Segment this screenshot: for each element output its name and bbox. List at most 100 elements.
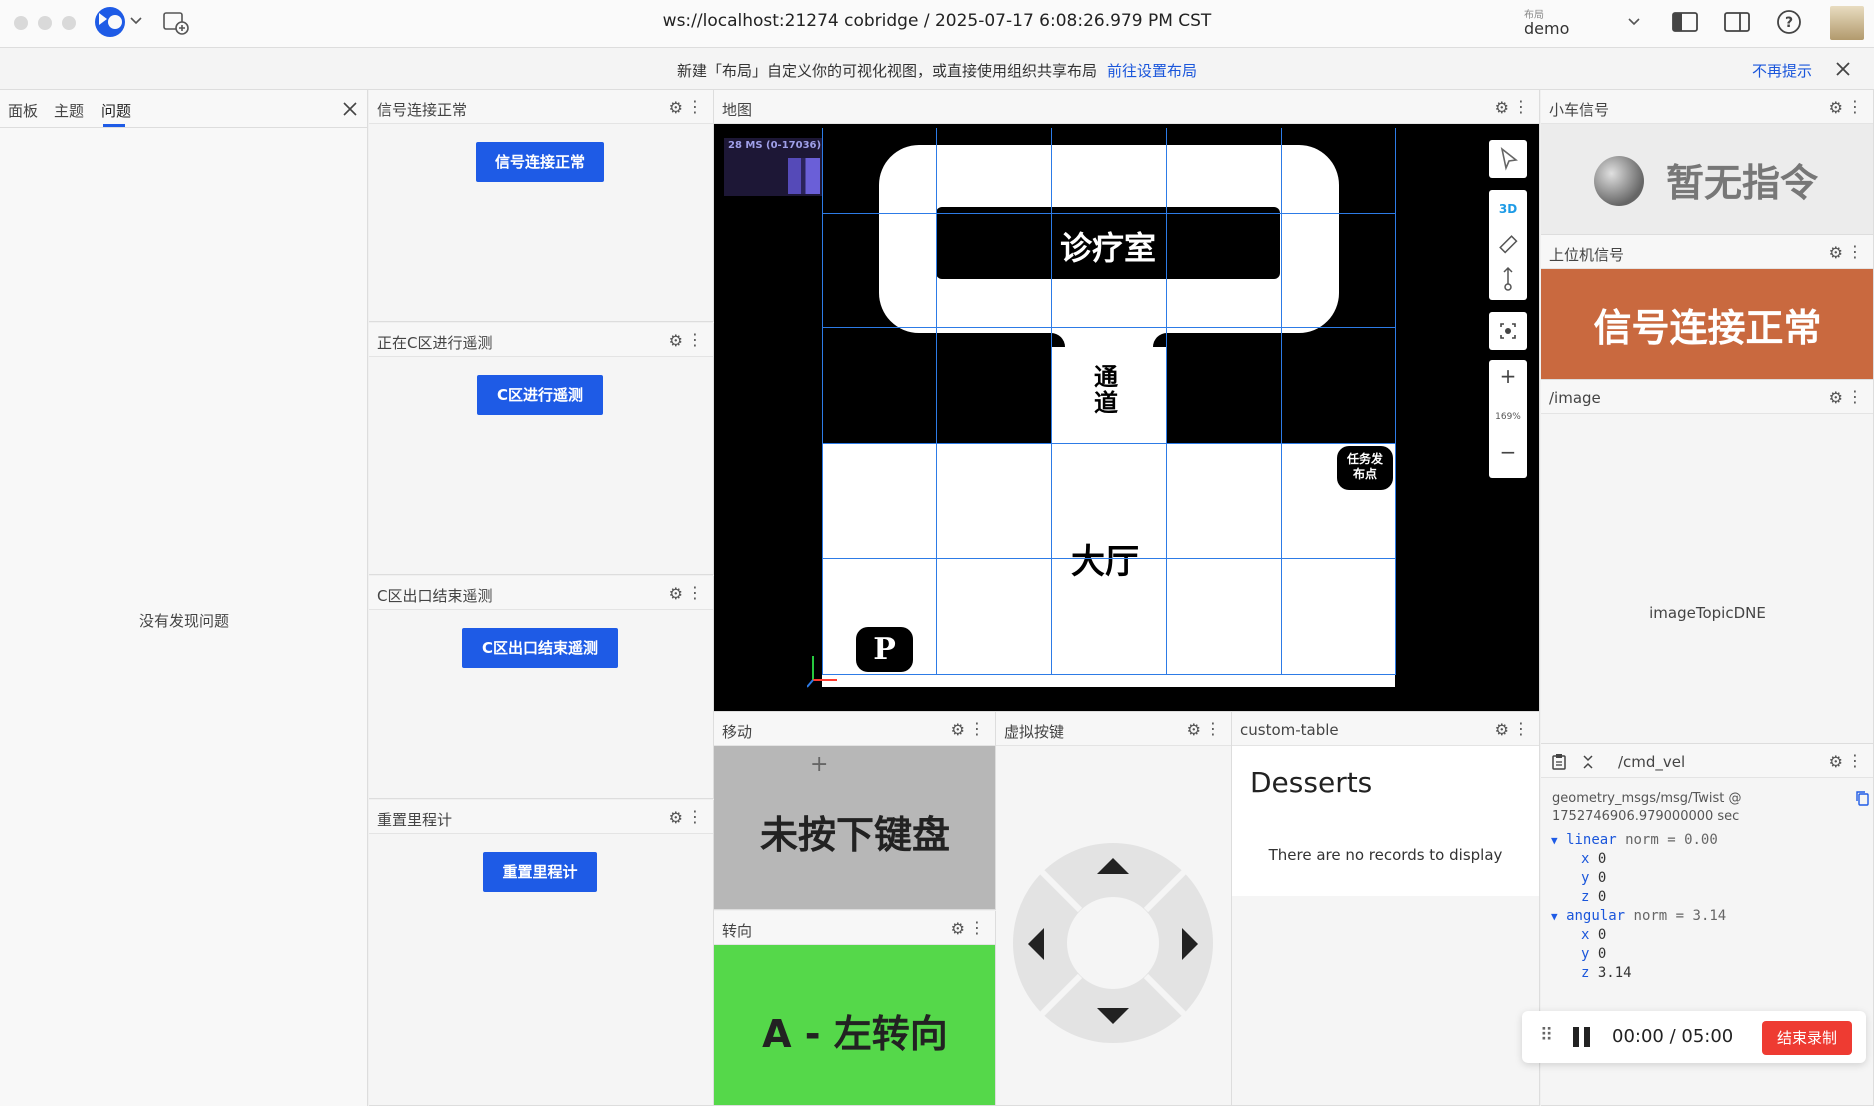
gear-icon[interactable]: ⚙ xyxy=(669,331,683,350)
more-icon[interactable]: ⋮ xyxy=(1847,97,1863,116)
message-tree: ▼ linear norm = 0.00 x 0 y 0 z 0 ▼ angul… xyxy=(1551,832,1727,981)
panel-title: 地图 xyxy=(722,101,753,119)
toggle-3d-button[interactable]: 3D xyxy=(1489,202,1527,216)
connection-title: ws://localhost:21274 cobridge / 2025-07-… xyxy=(662,11,1212,31)
virtual-keys-panel: 虚拟按键 ⚙ ⋮ xyxy=(996,712,1232,1106)
gear-icon[interactable]: ⚙ xyxy=(669,584,683,603)
gear-icon[interactable]: ⚙ xyxy=(1829,388,1843,407)
more-icon[interactable]: ⋮ xyxy=(1205,719,1221,738)
publish-pose-icon[interactable] xyxy=(1498,266,1518,292)
car-signal-panel: 小车信号 ⚙ ⋮ 暂无指令 xyxy=(1541,90,1874,235)
c-zone-button[interactable]: C区进行遥测 xyxy=(477,375,603,415)
more-icon[interactable]: ⋮ xyxy=(1847,242,1863,261)
avatar[interactable] xyxy=(1830,6,1864,40)
expand-angular-icon[interactable]: ▼ xyxy=(1551,910,1558,923)
pause-icon[interactable] xyxy=(1573,1027,1579,1047)
clipboard-icon[interactable] xyxy=(1551,753,1569,771)
close-sidebar-icon[interactable] xyxy=(343,102,357,116)
field-angular[interactable]: angular xyxy=(1566,908,1625,924)
panel-title: 移动 xyxy=(722,723,753,741)
image-placeholder-text: imageTopicDNE xyxy=(1649,604,1766,622)
more-icon[interactable]: ⋮ xyxy=(687,97,703,116)
turn-status-area: A - 左转向 xyxy=(714,945,995,1105)
gear-icon[interactable]: ⚙ xyxy=(951,919,965,938)
turn-panel: 转向 ⚙ ⋮ A - 左转向 xyxy=(714,911,996,1106)
gear-icon[interactable]: ⚙ xyxy=(1829,243,1843,262)
arrow-down-icon[interactable] xyxy=(1097,1006,1129,1026)
perf-widget: 28 MS (0-17036) xyxy=(724,138,822,196)
more-icon[interactable]: ⋮ xyxy=(1513,719,1529,738)
tab-panels[interactable]: 面板 xyxy=(8,100,38,121)
layout-chevron-icon[interactable] xyxy=(1628,17,1640,27)
more-icon[interactable]: ⋮ xyxy=(1847,387,1863,406)
more-icon[interactable]: ⋮ xyxy=(687,330,703,349)
table-heading: Desserts xyxy=(1250,766,1373,799)
move-status-text: 未按下键盘 xyxy=(759,813,950,857)
arrow-up-icon[interactable] xyxy=(1097,856,1129,876)
tab-topics[interactable]: 主题 xyxy=(54,100,84,121)
layout-selector[interactable]: demo xyxy=(1524,19,1569,38)
gear-icon[interactable]: ⚙ xyxy=(1495,98,1509,117)
tab-problems[interactable]: 问题 xyxy=(101,100,131,121)
clinic-label-bar: 诊疗室 xyxy=(936,207,1280,279)
recenter-button[interactable] xyxy=(1489,312,1527,350)
reset-odometer-button[interactable]: 重置里程计 xyxy=(483,852,597,892)
expand-linear-icon[interactable]: ▼ xyxy=(1551,834,1558,847)
topic-name[interactable]: /cmd_vel xyxy=(1618,753,1685,771)
cursor-icon xyxy=(1500,147,1518,171)
notice-link[interactable]: 前往设置布局 xyxy=(1107,62,1197,80)
image-panel: /image ⚙ ⋮ imageTopicDNE xyxy=(1541,380,1874,744)
more-icon[interactable]: ⋮ xyxy=(1847,751,1863,770)
more-icon[interactable]: ⋮ xyxy=(687,807,703,826)
notice-dismiss-link[interactable]: 不再提示 xyxy=(1752,60,1812,81)
perf-graph xyxy=(788,158,820,194)
ruler-icon[interactable] xyxy=(1498,234,1518,254)
panel-title: C区出口结束遥测 xyxy=(377,587,493,605)
task-point-label: 任务发布点 xyxy=(1337,446,1393,490)
linear-norm: norm = 0.00 xyxy=(1625,832,1718,848)
panel-title: /image xyxy=(1549,389,1601,407)
gear-icon[interactable]: ⚙ xyxy=(669,808,683,827)
left-sidebar-toggle-icon[interactable] xyxy=(1672,11,1698,33)
copy-icon[interactable] xyxy=(1855,790,1869,806)
arrow-right-icon[interactable] xyxy=(1180,928,1200,960)
more-icon[interactable]: ⋮ xyxy=(1513,97,1529,116)
panel-title: 正在C区进行遥测 xyxy=(377,334,493,352)
gear-icon[interactable]: ⚙ xyxy=(669,98,683,117)
message-timestamp: 1752746906.979000000 sec xyxy=(1552,809,1740,824)
help-icon[interactable]: ? xyxy=(1776,9,1802,35)
field-linear[interactable]: linear xyxy=(1566,832,1617,848)
move-status-area: + 未按下键盘 xyxy=(714,746,995,909)
reset-odometer-panel: 重置里程计 ⚙ ⋮ 重置里程计 xyxy=(369,800,714,1106)
gear-icon[interactable]: ⚙ xyxy=(951,720,965,739)
more-icon[interactable]: ⋮ xyxy=(969,918,985,937)
stop-recording-button[interactable]: 结束录制 xyxy=(1762,1021,1852,1055)
gear-icon[interactable]: ⚙ xyxy=(1829,98,1843,117)
linear-z: 0 xyxy=(1597,889,1607,905)
right-sidebar-toggle-icon[interactable] xyxy=(1724,11,1750,33)
zoom-in-button[interactable]: + xyxy=(1489,364,1527,388)
gear-icon[interactable]: ⚙ xyxy=(1829,752,1843,771)
collapse-icon[interactable] xyxy=(1581,754,1595,770)
select-tool-button[interactable] xyxy=(1489,140,1527,178)
status-light xyxy=(1594,156,1644,206)
origin-axes-icon xyxy=(807,656,837,688)
c-exit-button[interactable]: C区出口结束遥测 xyxy=(462,628,618,668)
gear-icon[interactable]: ⚙ xyxy=(1495,720,1509,739)
zoom-out-button[interactable]: − xyxy=(1489,440,1527,464)
arrow-left-icon[interactable] xyxy=(1026,928,1046,960)
close-icon[interactable] xyxy=(1836,62,1850,76)
drag-handle-icon[interactable]: ⠿ xyxy=(1540,1025,1553,1046)
more-icon[interactable]: ⋮ xyxy=(969,719,985,738)
crosshair-cursor-icon: + xyxy=(810,752,829,777)
angular-x: 0 xyxy=(1597,927,1607,943)
panel-title: custom-table xyxy=(1240,721,1339,739)
panel-title: 上位机信号 xyxy=(1549,246,1625,264)
panel-title: 小车信号 xyxy=(1549,101,1610,119)
linear-x: 0 xyxy=(1597,851,1607,867)
more-icon[interactable]: ⋮ xyxy=(687,583,703,602)
gear-icon[interactable]: ⚙ xyxy=(1187,720,1201,739)
car-signal-status: 暂无指令 xyxy=(1666,161,1819,205)
signal-button[interactable]: 信号连接正常 xyxy=(476,142,604,182)
map-canvas[interactable]: 28 MS (0-17036) 诊疗室 通道 大厅 任务发布点 P 3D + 1… xyxy=(715,128,1539,710)
